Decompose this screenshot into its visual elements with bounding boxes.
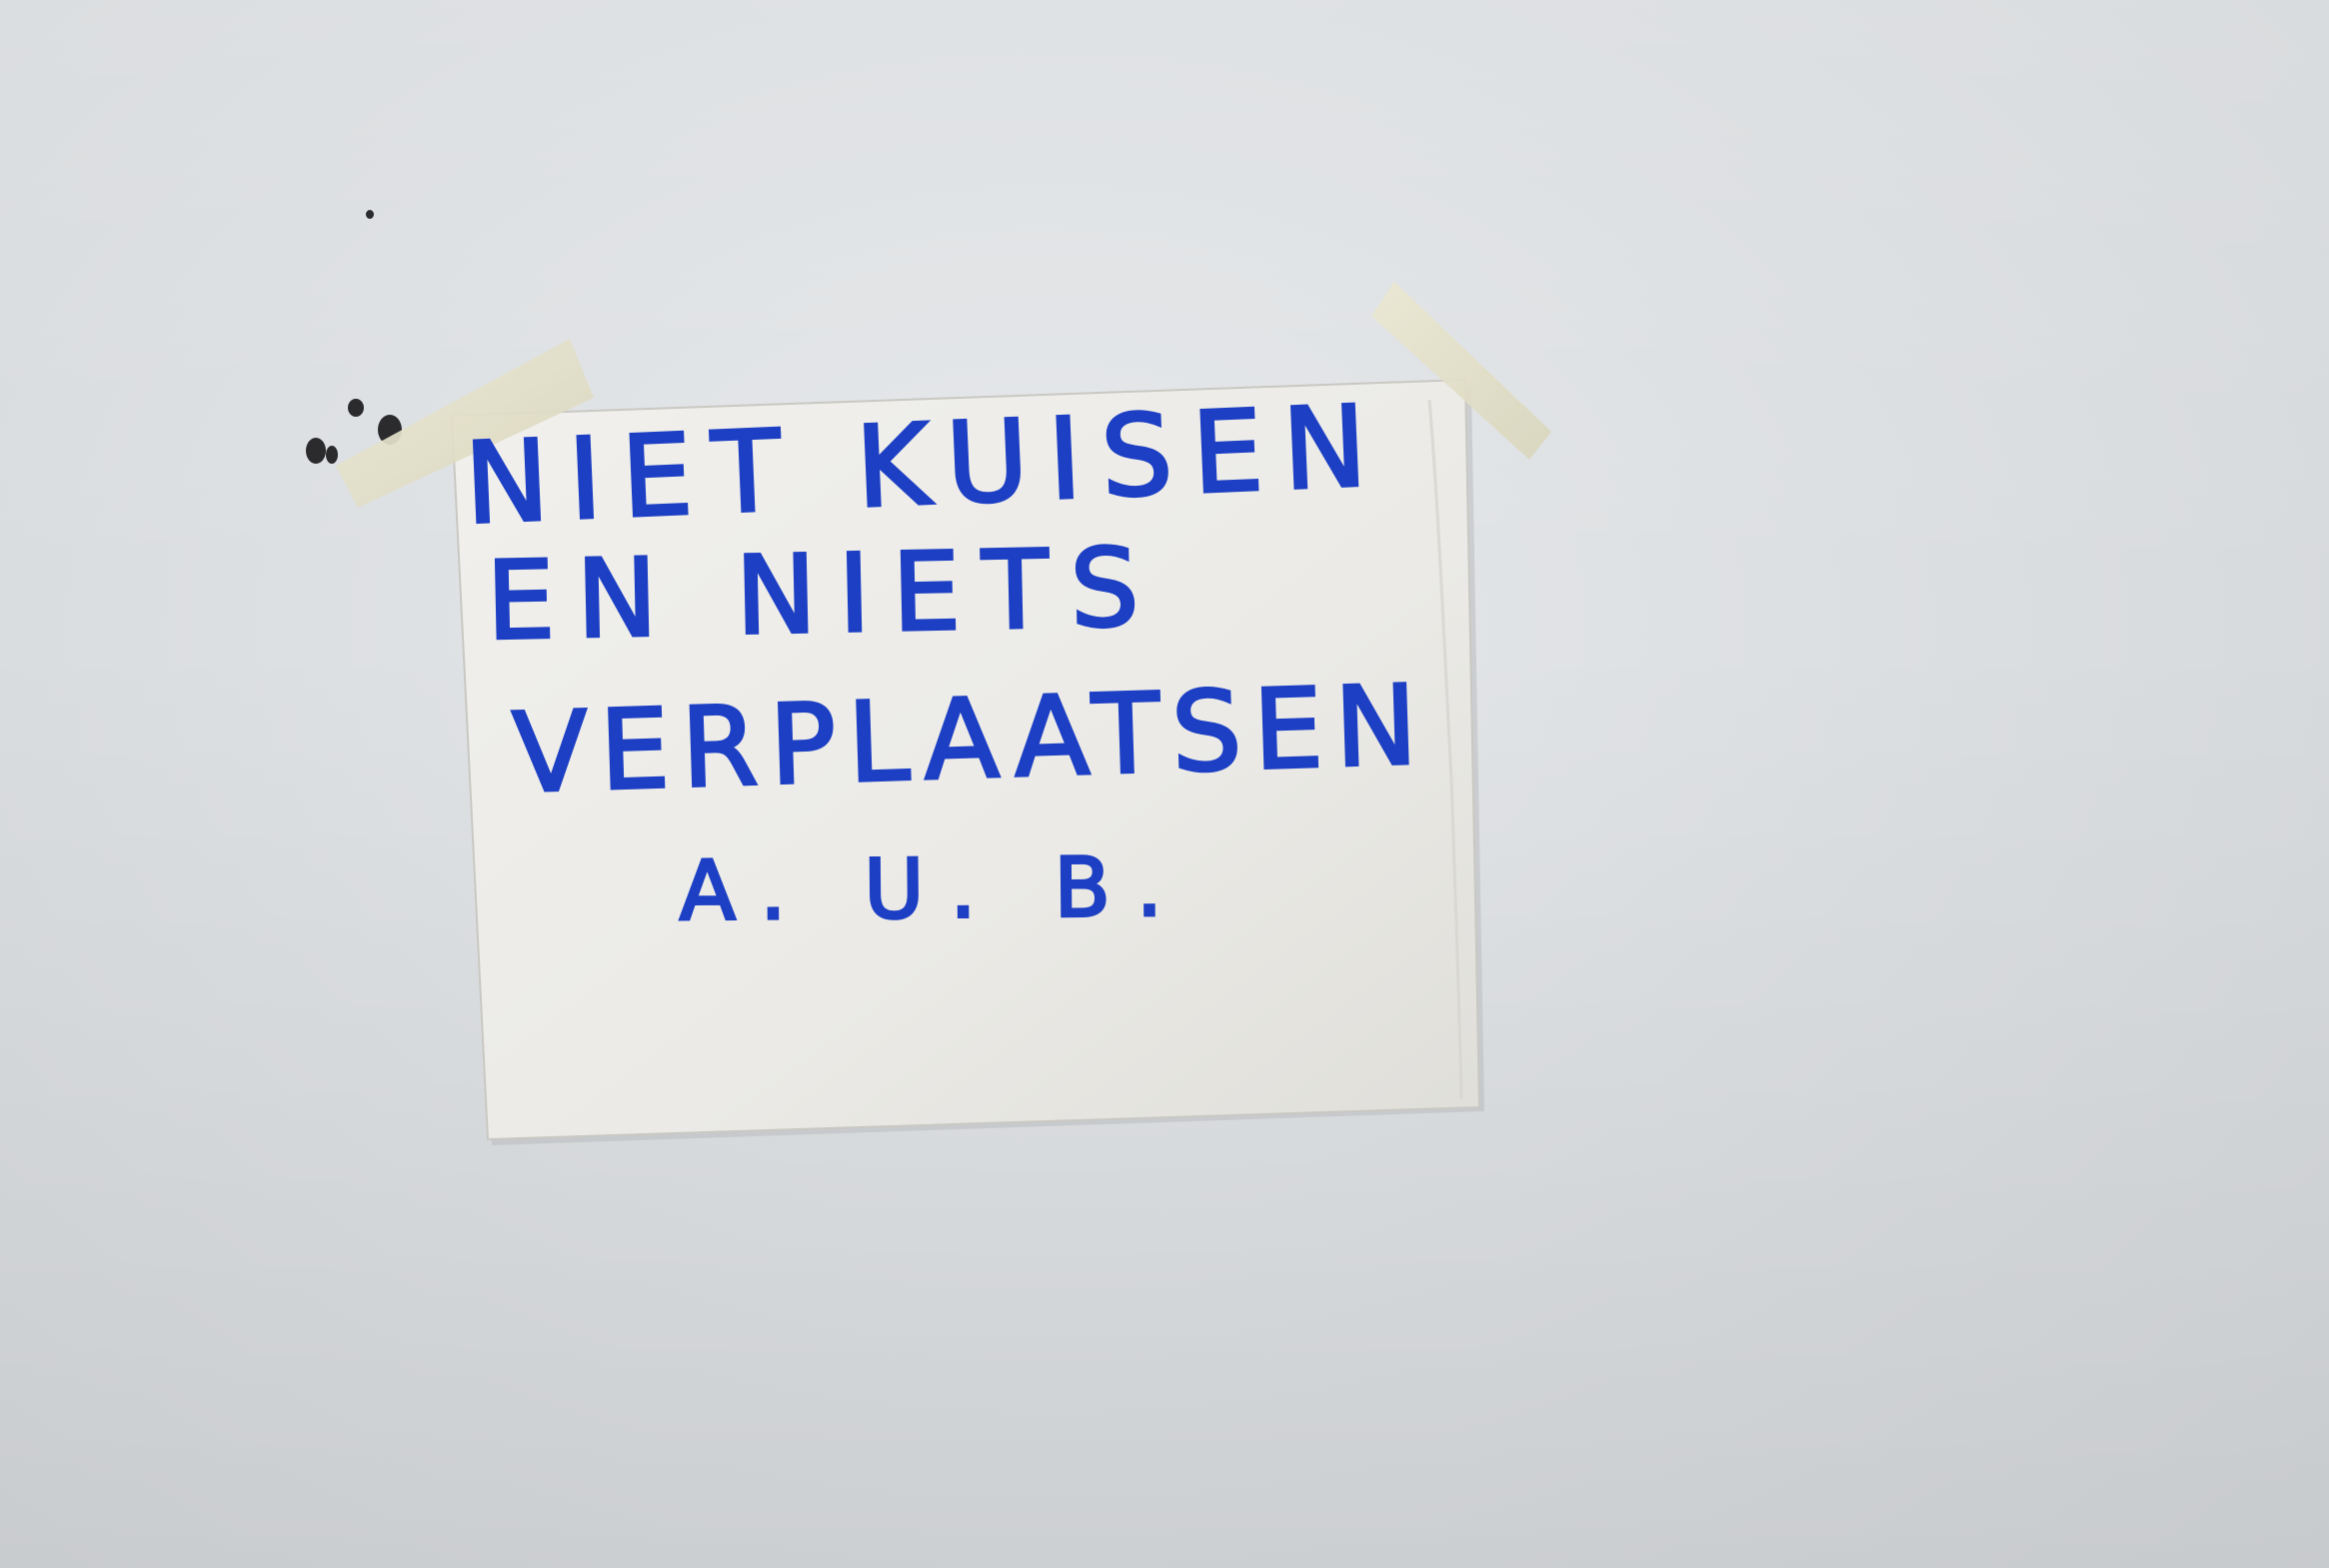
sign-line-4: A. U. B. <box>678 838 1190 940</box>
sign-line-2: EN NIETS <box>484 524 1164 666</box>
